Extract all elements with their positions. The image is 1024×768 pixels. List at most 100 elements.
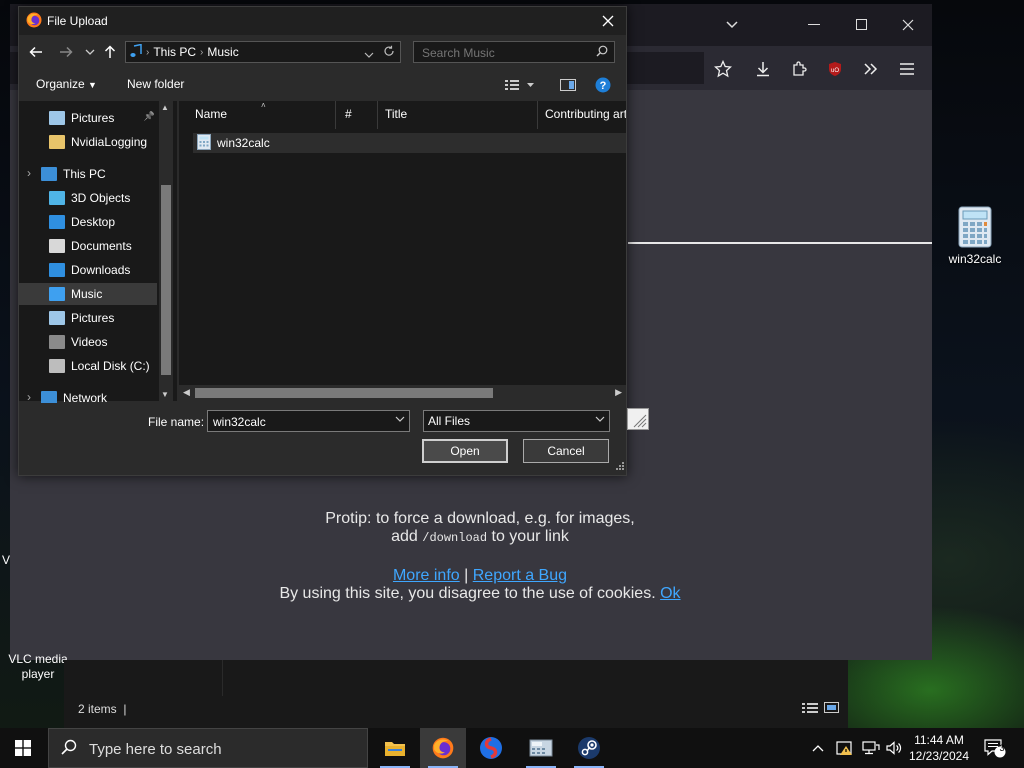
desktop-icon: [49, 215, 65, 229]
column-header-title[interactable]: Title: [385, 107, 407, 121]
search-box[interactable]: [413, 41, 615, 63]
desktop-icon-vlc[interactable]: VLC media player: [8, 652, 68, 682]
downloads-icon: [49, 263, 65, 277]
expand-chevron-icon[interactable]: ›: [27, 390, 31, 404]
preview-pane-icon[interactable]: [560, 79, 576, 94]
more-info-link[interactable]: More info: [393, 567, 460, 584]
nav-item[interactable]: This PC ›: [19, 163, 159, 185]
notification-center[interactable]: 3: [984, 728, 1006, 768]
search-icon: [596, 45, 608, 60]
large-icons-view-icon[interactable]: [824, 702, 840, 717]
new-folder-button[interactable]: New folder: [127, 77, 184, 91]
taskbar-search[interactable]: Type here to search: [48, 728, 368, 768]
calculator-icon: [958, 206, 992, 248]
maximize-icon[interactable]: [850, 14, 874, 36]
hamburger-menu-icon[interactable]: [894, 56, 920, 82]
view-options-icon[interactable]: [505, 79, 537, 94]
file-row[interactable]: win32calc: [193, 133, 626, 153]
nav-item[interactable]: Desktop: [19, 211, 159, 233]
firefox-icon: [432, 737, 454, 759]
file-name-dropdown-icon[interactable]: [395, 414, 405, 425]
music-icon: [49, 287, 65, 301]
overflow-chevrons-icon[interactable]: [858, 56, 884, 82]
minimize-icon[interactable]: [802, 14, 826, 36]
scroll-down-icon[interactable]: ▼: [161, 390, 169, 399]
scroll-left-icon[interactable]: ◀: [183, 387, 190, 398]
expand-chevron-icon[interactable]: ›: [27, 166, 31, 180]
navigation-pane: Pictures 📌 NvidiaLogging This PC › 3D Objects…: [19, 101, 177, 405]
cookie-text: By using this site, you disagree to the …: [279, 585, 661, 602]
nav-item[interactable]: NvidiaLogging: [19, 131, 159, 153]
nav-item-label: 3D Objects: [71, 191, 131, 205]
scroll-right-icon[interactable]: ▶: [615, 387, 622, 398]
scrollbar-thumb[interactable]: [161, 185, 171, 375]
file-type-dropdown-icon[interactable]: [595, 414, 605, 425]
refresh-icon[interactable]: [383, 45, 395, 60]
address-bar[interactable]: › This PC › Music: [125, 41, 401, 63]
taskbar-steam[interactable]: [566, 728, 612, 768]
forward-arrow-icon[interactable]: [57, 43, 75, 61]
network-icon[interactable]: [862, 728, 880, 768]
search-input[interactable]: [420, 45, 594, 61]
cancel-button[interactable]: Cancel: [523, 439, 609, 463]
scroll-up-icon[interactable]: ▲: [161, 103, 169, 112]
desktop-icon-win32calc[interactable]: win32calc: [940, 206, 1010, 266]
back-arrow-icon[interactable]: [27, 43, 45, 61]
clock-date: 12/23/2024: [908, 749, 970, 763]
organize-button[interactable]: Organize ▼: [36, 77, 97, 91]
nav-item[interactable]: Pictures 📌: [19, 107, 159, 129]
report-bug-link[interactable]: Report a Bug: [473, 567, 567, 584]
help-icon[interactable]: ?: [595, 77, 611, 96]
dialog-navbar: › This PC › Music: [19, 37, 626, 67]
nav-item[interactable]: 3D Objects: [19, 187, 159, 209]
navigation-scrollbar[interactable]: ▲ ▼: [159, 101, 173, 401]
column-separator: [335, 101, 336, 129]
file-name-combobox[interactable]: [207, 410, 410, 432]
nav-item[interactable]: Documents: [19, 235, 159, 257]
address-dropdown-icon[interactable]: [364, 47, 374, 61]
details-view-icon[interactable]: [802, 702, 818, 717]
documents-icon: [49, 239, 65, 253]
file-type-select[interactable]: All Files: [423, 410, 610, 432]
column-separator: [537, 101, 538, 129]
bookmark-star-icon[interactable]: [710, 56, 736, 82]
notification-count: 3: [999, 743, 1005, 753]
nav-item[interactable]: Pictures: [19, 307, 159, 329]
downloads-icon[interactable]: [750, 56, 776, 82]
close-icon[interactable]: [896, 14, 920, 36]
clock[interactable]: 11:44 AM 12/23/2024: [900, 732, 978, 764]
taskbar-calculator[interactable]: [518, 728, 564, 768]
column-header-name[interactable]: Name: [195, 107, 227, 121]
breadcrumb-this-pc[interactable]: This PC: [153, 45, 196, 59]
cookie-ok-link[interactable]: Ok: [660, 585, 680, 602]
tab-list-chevron-icon[interactable]: [720, 14, 744, 36]
up-arrow-icon[interactable]: [101, 43, 119, 61]
open-button[interactable]: Open: [422, 439, 508, 463]
file-preview-icon[interactable]: [627, 408, 649, 430]
taskbar-firefox[interactable]: [420, 728, 466, 768]
file-list-hscrollbar[interactable]: ◀ ▶: [179, 385, 626, 401]
tray-overflow-chevron-icon[interactable]: [812, 728, 824, 768]
breadcrumb-chevron-icon: ›: [200, 46, 204, 58]
security-warning-icon[interactable]: [836, 728, 854, 768]
hscrollbar-thumb[interactable]: [195, 388, 493, 398]
search-icon: [61, 739, 77, 760]
ublock-icon[interactable]: uO: [822, 56, 848, 82]
nav-item[interactable]: Downloads: [19, 259, 159, 281]
nav-item[interactable]: Music: [19, 283, 157, 305]
dialog-close-icon[interactable]: [598, 11, 618, 31]
taskbar-app-blue[interactable]: [468, 728, 514, 768]
file-name-input[interactable]: [211, 414, 390, 430]
column-header-contributing-artists[interactable]: Contributing art: [545, 107, 626, 121]
swirl-app-icon: [480, 737, 502, 759]
breadcrumb-music[interactable]: Music: [207, 45, 238, 59]
nav-item[interactable]: Local Disk (C:): [19, 355, 159, 377]
resize-grip-icon[interactable]: [616, 459, 624, 473]
nav-item[interactable]: Videos: [19, 331, 159, 353]
start-button[interactable]: [0, 728, 46, 768]
column-header-number[interactable]: #: [345, 107, 352, 121]
extensions-icon[interactable]: [786, 56, 812, 82]
taskbar-file-explorer[interactable]: [372, 728, 418, 768]
steam-icon: [578, 737, 600, 759]
recent-locations-chevron-icon[interactable]: [81, 43, 99, 61]
